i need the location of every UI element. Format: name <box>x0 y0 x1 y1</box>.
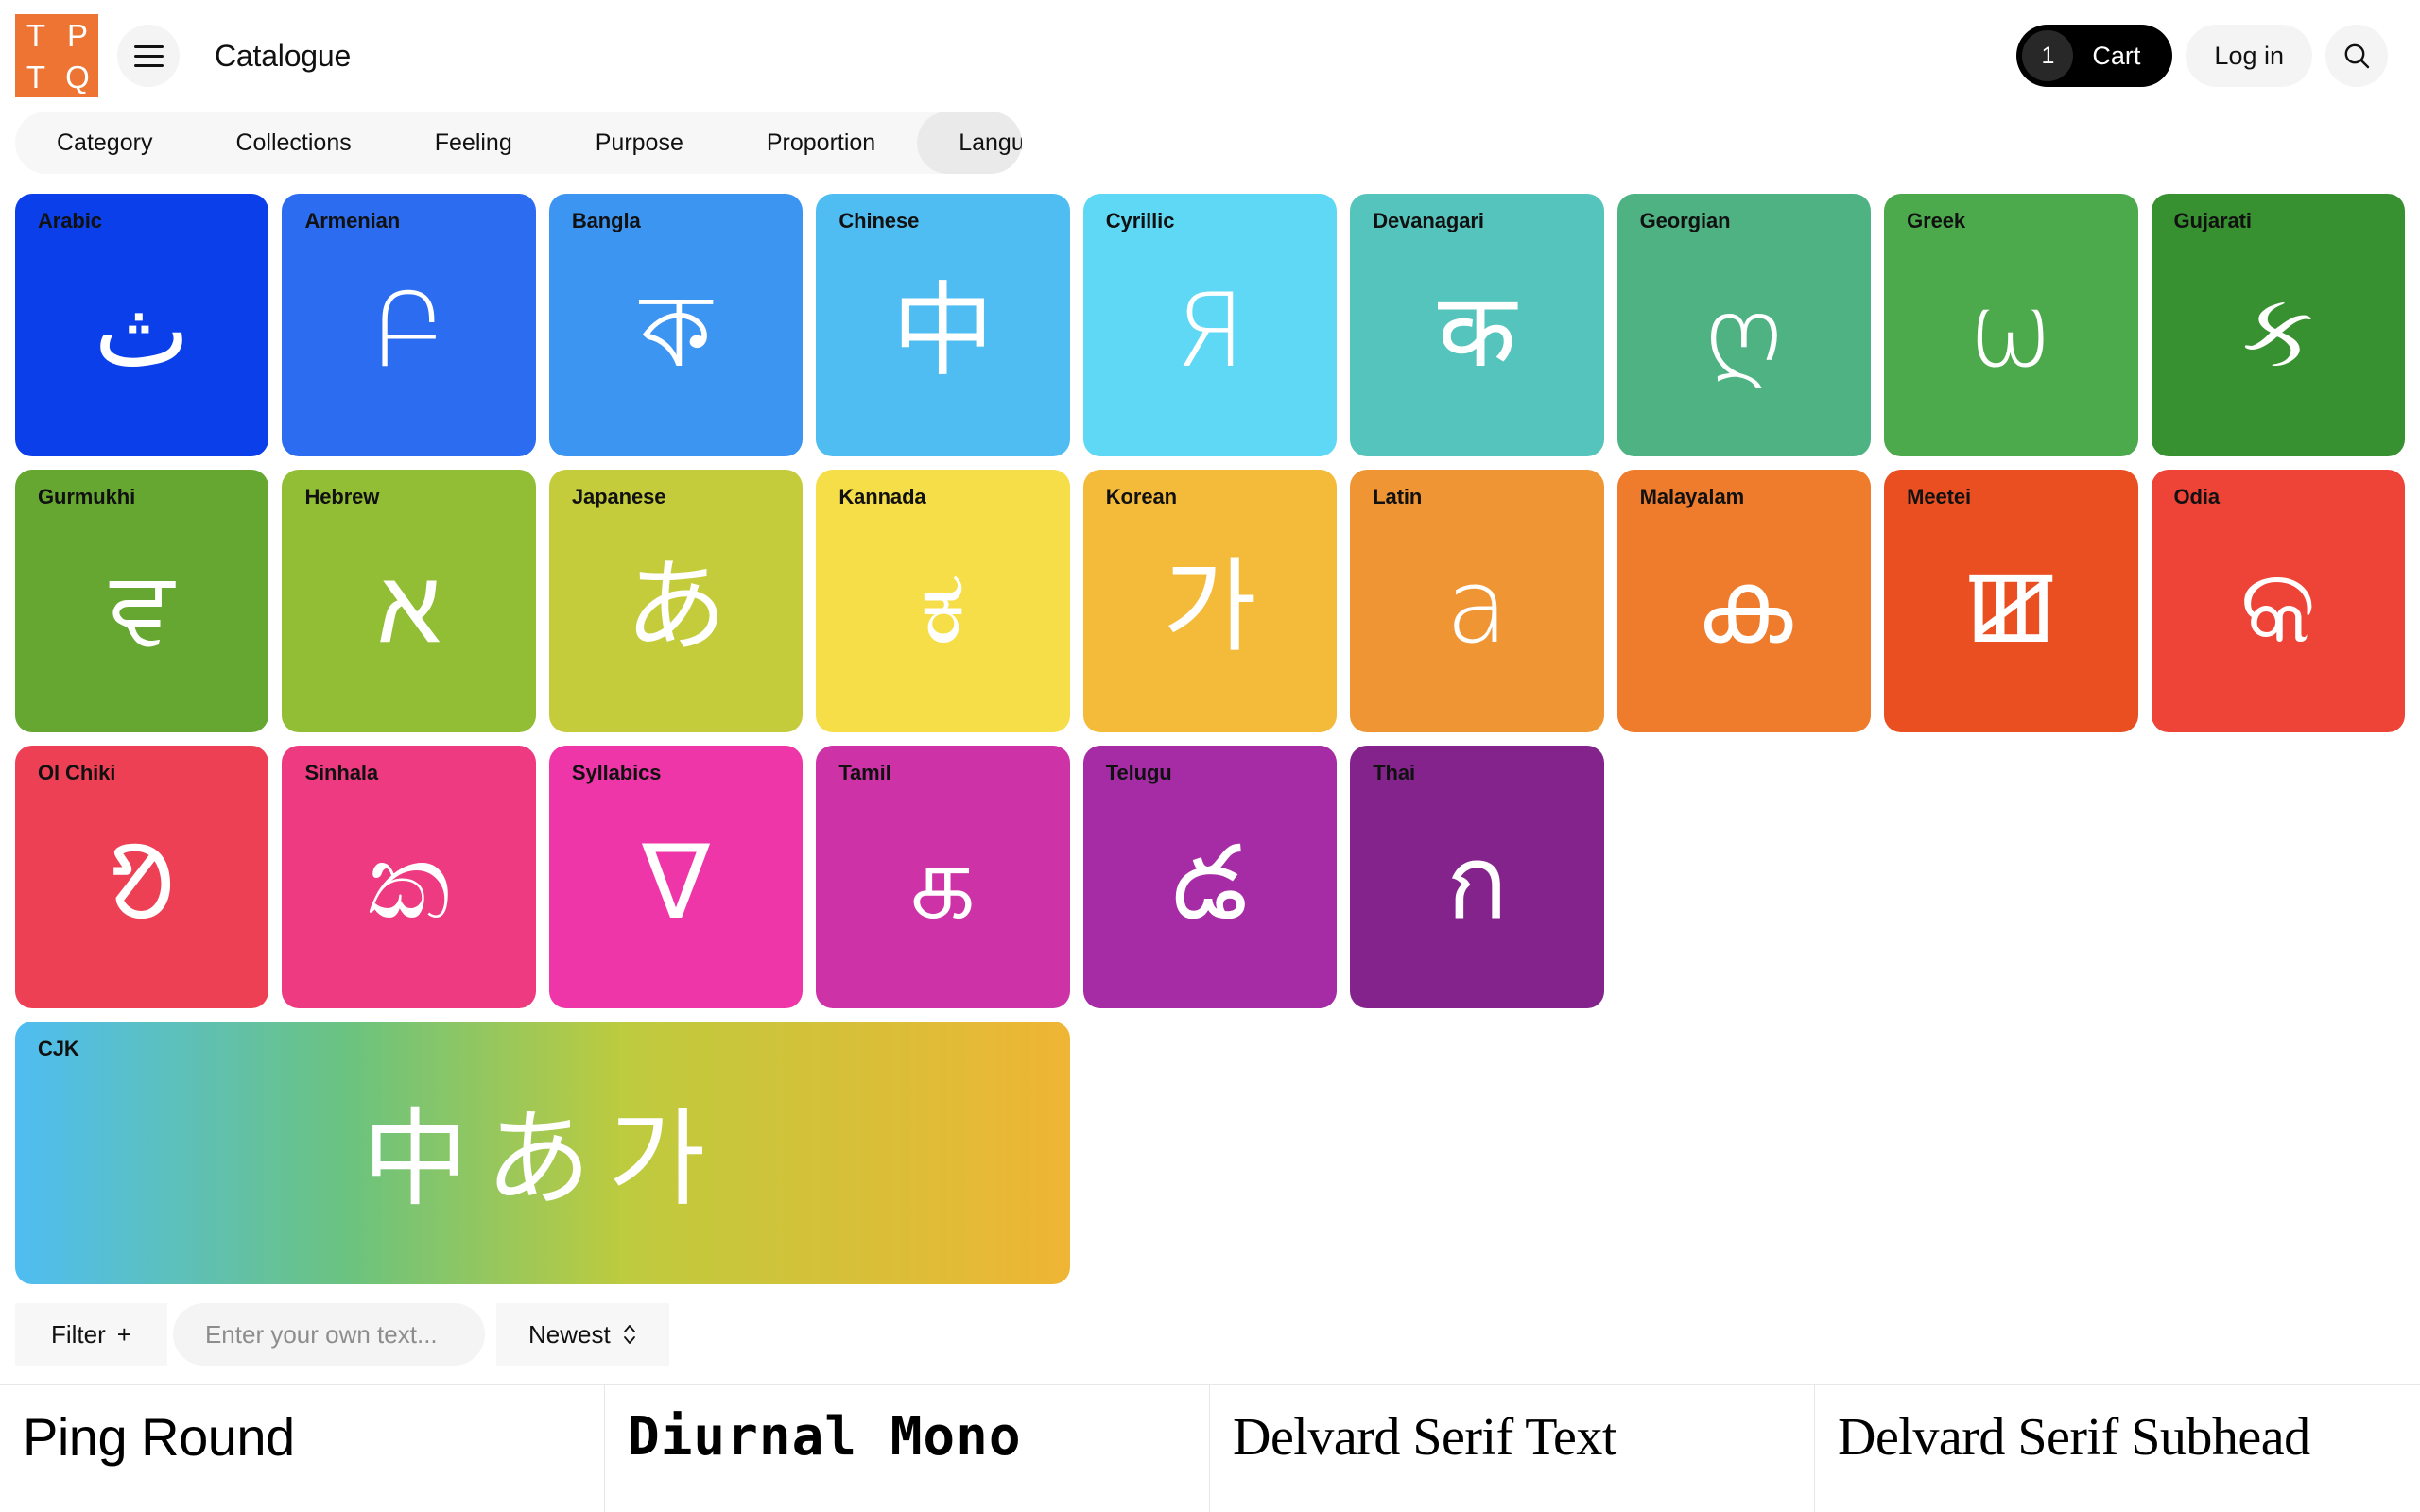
tile-glyph: א <box>376 548 441 666</box>
tile-glyph: க <box>910 824 977 942</box>
specimen-card[interactable]: Delvard Serif TextDelvard Serif Text · 8… <box>1210 1385 1815 1512</box>
language-tile-japanese[interactable]: Japanese あ <box>548 470 804 732</box>
specimen-display-name: Ping Round <box>23 1407 295 1467</box>
tile-glyph: ꯀ <box>1963 548 2059 666</box>
tile-glyph: 中 <box>891 272 994 390</box>
specimen-display-name: Delvard Serif Subhead <box>1838 1408 2310 1467</box>
logo-letter-p: P <box>66 17 88 53</box>
tile-glyph: ث <box>94 272 191 390</box>
hamburger-icon[interactable] <box>117 25 180 87</box>
page-title: Catalogue <box>215 38 352 73</box>
custom-text-input[interactable] <box>172 1303 485 1366</box>
tab-category[interactable]: Category <box>15 112 194 174</box>
logo-letter-q: Q <box>65 59 90 94</box>
tile-glyph: ก <box>1445 824 1509 942</box>
language-tile-gurmukhi[interactable]: Gurmukhi ਵ <box>15 470 269 732</box>
language-tile-hebrew[interactable]: Hebrew א <box>282 470 536 732</box>
tile-glyph: 中あ가 <box>362 1098 723 1221</box>
language-tile-malayalam[interactable]: Malayalam ക <box>1616 470 1872 732</box>
tile-glyph: Բ <box>371 272 447 390</box>
language-tile-chinese[interactable]: Chinese 中 <box>816 194 1070 456</box>
tile-glyph: あ <box>625 548 728 666</box>
tile-glyph: କ <box>2239 548 2316 666</box>
language-tile-bangla[interactable]: Bangla ক <box>548 194 804 456</box>
language-tile-georgian[interactable]: Georgian ღ <box>1616 194 1872 456</box>
language-tile-odia[interactable]: Odia କ <box>2151 470 2405 732</box>
tab-feeling[interactable]: Feeling <box>393 112 554 174</box>
language-tile-telugu[interactable]: Telugu డ <box>1082 746 1338 1008</box>
sort-selector[interactable]: Newest <box>495 1303 669 1366</box>
language-tile-arabic[interactable]: Arabic ث <box>15 194 269 456</box>
language-tile-gujarati[interactable]: Gujarati ક <box>2151 194 2405 456</box>
chevron-updown-glyph <box>623 1325 635 1344</box>
sort-label: Newest <box>527 1319 611 1349</box>
tab-language[interactable]: Language <box>917 112 1022 174</box>
language-tile-armenian[interactable]: Armenian Բ <box>282 194 536 456</box>
specimen-card[interactable]: Ping RoundPing Round · 18 styles <box>0 1385 605 1512</box>
facet-tabs: Category Collections Feeling Purpose Proport… <box>15 112 1022 174</box>
tile-glyph: ᱚ <box>109 824 176 942</box>
language-tile-grid: Arabic ث Armenian Բ Bangla ক Chinese 中 Cyrillic Я… <box>15 194 2405 1284</box>
tile-glyph: 가 <box>1163 548 1257 666</box>
logo-letter-t1: T <box>26 17 46 53</box>
hamburger-bar <box>133 54 164 58</box>
language-tile-devanagari[interactable]: Devanagari क <box>1350 194 1604 456</box>
language-tile-thai[interactable]: Thai ก <box>1350 746 1604 1008</box>
tab-proportion[interactable]: Proportion <box>725 112 917 174</box>
language-tile-tamil[interactable]: Tamil க <box>816 746 1070 1008</box>
specimen-display-name: Delvard Serif Text <box>1233 1408 1616 1467</box>
tile-glyph: ω <box>1968 272 2054 390</box>
tile-glyph: ക <box>1695 548 1793 666</box>
language-tile-kannada[interactable]: Kannada ಕ <box>816 470 1070 732</box>
language-tile-ol-chiki[interactable]: Ol Chiki ᱚ <box>15 746 269 1008</box>
plus-icon: + <box>116 1319 131 1349</box>
tile-glyph: ღ <box>1705 272 1783 390</box>
language-tile-syllabics[interactable]: Syllabics ᐁ <box>548 746 804 1008</box>
tile-glyph: ক <box>640 272 712 390</box>
filter-label: Filter <box>51 1319 106 1349</box>
tile-glyph: क <box>1437 272 1516 390</box>
search-glyph <box>2344 43 2370 69</box>
typeface-specimen-grid: Ping RoundPing Round · 18 stylesDiurnal … <box>0 1384 2420 1512</box>
specimen-card[interactable]: Delvard Serif SubheadDelvard Serif Subhe… <box>1815 1385 2420 1512</box>
tile-glyph: డ <box>1172 824 1248 942</box>
tab-collections[interactable]: Collections <box>194 112 392 174</box>
chevron-updown-icon <box>622 1322 637 1347</box>
tptq-logo[interactable]: T P T Q <box>15 14 98 97</box>
tile-glyph: ක <box>367 824 451 942</box>
filter-bar: Filter + Newest <box>15 1303 2405 1366</box>
specimen-display-name: Diurnal Mono <box>628 1406 1022 1468</box>
tab-purpose[interactable]: Purpose <box>554 112 725 174</box>
language-tile-latin[interactable]: Latin a <box>1350 470 1604 732</box>
tile-glyph: ಕ <box>920 548 966 666</box>
language-tile-korean[interactable]: Korean 가 <box>1082 470 1338 732</box>
cart-label: Cart <box>2092 41 2141 70</box>
logo-letter-t2: T <box>26 59 46 94</box>
cart-count-badge: 1 <box>2022 30 2074 81</box>
language-tile-meetei[interactable]: Meetei ꯀ <box>1884 470 2138 732</box>
header-actions: 1 Cart Log in <box>2016 25 2388 87</box>
language-tile-greek[interactable]: Greek ω <box>1884 194 2138 456</box>
language-tile-sinhala[interactable]: Sinhala ක <box>282 746 536 1008</box>
cart-button[interactable]: 1 Cart <box>2016 25 2173 87</box>
tile-glyph: ਵ <box>110 548 175 666</box>
app-header: T P T Q Catalogue 1 Cart Log in <box>0 0 2420 112</box>
login-button[interactable]: Log in <box>2186 25 2312 87</box>
filter-button[interactable]: Filter + <box>15 1303 167 1366</box>
language-tile-cjk[interactable]: CJK 中あ가 <box>15 1022 1070 1284</box>
tile-glyph: Я <box>1174 272 1246 390</box>
language-tile-cyrillic[interactable]: Cyrillic Я <box>1082 194 1338 456</box>
tile-glyph: ᐁ <box>641 824 712 942</box>
tile-glyph: ક <box>2241 272 2314 390</box>
specimen-card[interactable]: Diurnal MonoDiurnal Mono · 10 styles <box>605 1385 1210 1512</box>
search-icon[interactable] <box>2325 25 2388 87</box>
hamburger-bar <box>133 63 164 67</box>
hamburger-bar <box>133 44 164 48</box>
tile-glyph: a <box>1445 548 1509 666</box>
